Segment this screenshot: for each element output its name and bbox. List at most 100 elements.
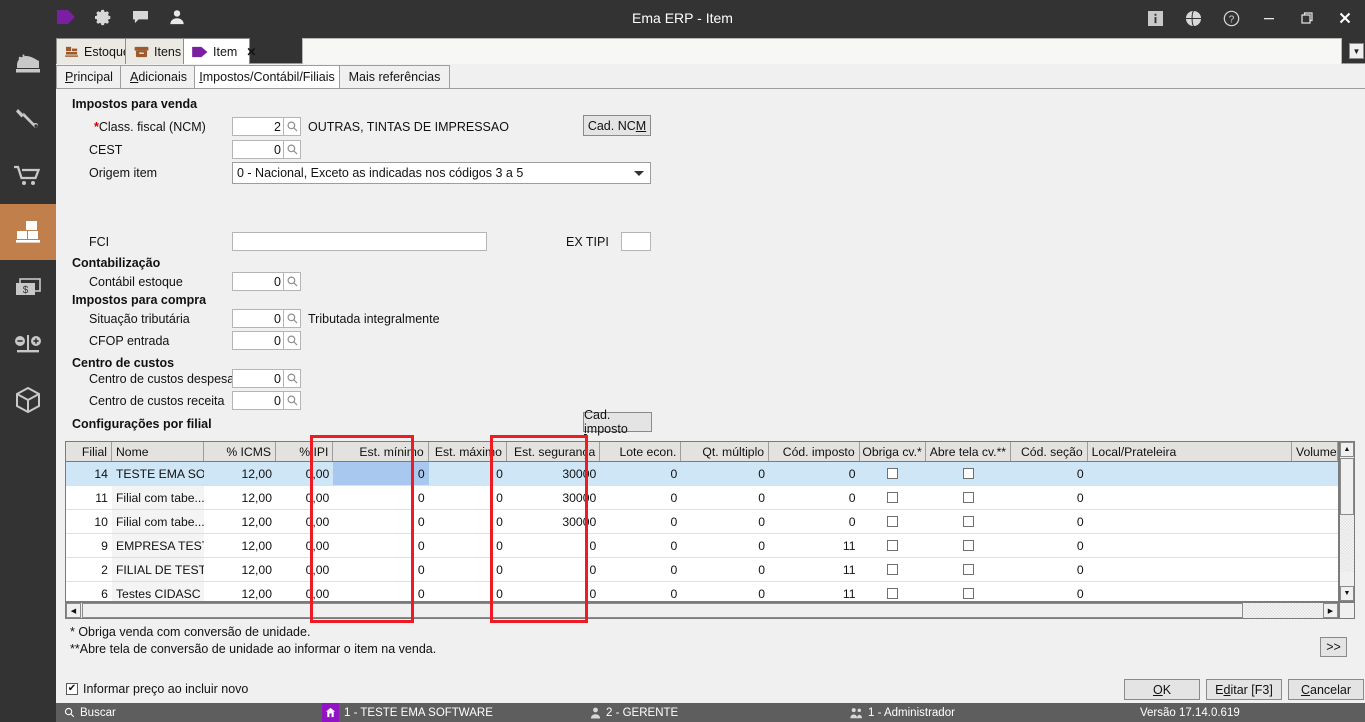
checkbox-abre_tela_cv[interactable]: [962, 564, 974, 575]
grid-cell-filial[interactable]: 10: [66, 510, 112, 533]
grid-cell-est_maximo[interactable]: 0: [429, 534, 507, 557]
grid-cell-nome[interactable]: Filial com tabe...: [111, 510, 205, 533]
grid-column-header-est_maximo[interactable]: Est. máximo: [428, 442, 507, 461]
ok-button[interactable]: OK: [1124, 679, 1200, 700]
grid-cell-cod_imposto[interactable]: 11: [769, 534, 860, 557]
cad-ncm-button[interactable]: Cad. NCM: [583, 115, 651, 136]
ncm-search-icon[interactable]: [284, 117, 301, 136]
grid-column-header-lote_econ[interactable]: Lote econ.: [600, 442, 682, 461]
grid-cell-ipi[interactable]: 0,00: [276, 534, 333, 557]
grid-cell-qt_multiplo[interactable]: 0: [681, 462, 769, 485]
checkbox-obriga_cv[interactable]: [887, 492, 899, 503]
help-icon[interactable]: ?: [1219, 6, 1243, 30]
checkbox-obriga_cv[interactable]: [887, 564, 899, 575]
grid-cell-ipi[interactable]: 0,00: [276, 462, 333, 485]
grid-cell-nome[interactable]: Filial com tabe...: [111, 486, 205, 509]
grid-cell-cod_secao[interactable]: 0: [1011, 558, 1087, 581]
grid-cell-est_maximo[interactable]: 0: [429, 558, 507, 581]
grid-cell-est_seguranca[interactable]: 0: [507, 534, 600, 557]
status-role[interactable]: 2 - GERENTE: [590, 703, 678, 722]
expand-button[interactable]: >>: [1320, 637, 1347, 657]
grid-column-header-cod_imposto[interactable]: Cód. imposto: [769, 442, 860, 461]
contabil-estoque-input[interactable]: 0: [232, 272, 284, 291]
grid-cell-est_maximo[interactable]: 0: [429, 510, 507, 533]
grid-cell-abre_tela_cv[interactable]: [925, 462, 1011, 485]
grid-cell-est_maximo[interactable]: 0: [429, 486, 507, 509]
grid-cell-icms[interactable]: 12,00: [204, 582, 276, 601]
sidebar-item-produtos[interactable]: [0, 372, 56, 428]
grid-cell-nome[interactable]: Testes CIDASC: [111, 582, 205, 601]
sidebar-item-financeiro[interactable]: $: [0, 260, 56, 316]
grid-cell-est_minimo[interactable]: 0: [333, 486, 428, 509]
grid-cell-volume[interactable]: [1292, 510, 1338, 533]
grid-cell-icms[interactable]: 12,00: [204, 510, 276, 533]
edit-button[interactable]: Editar [F3]: [1206, 679, 1282, 700]
centro-custos-despesa-search-icon[interactable]: [284, 369, 301, 388]
cest-search-icon[interactable]: [284, 140, 301, 159]
centro-custos-despesa-input[interactable]: 0: [232, 369, 284, 388]
grid-cell-local_prateleira[interactable]: [1088, 486, 1292, 509]
grid-cell-volume[interactable]: [1292, 486, 1338, 509]
centro-custos-receita-search-icon[interactable]: [284, 391, 301, 410]
grid-cell-cod_secao[interactable]: 0: [1011, 534, 1087, 557]
grid-column-header-obriga_cv[interactable]: Obriga cv.*: [859, 442, 926, 461]
grid-cell-ipi[interactable]: 0,00: [276, 582, 333, 601]
grid-column-header-icms[interactable]: % ICMS: [204, 442, 277, 461]
grid-column-header-cod_secao[interactable]: Cód. seção: [1011, 442, 1088, 461]
horizontal-scroll-track[interactable]: [1244, 603, 1323, 618]
sidebar-item-fiscal[interactable]: [0, 316, 56, 372]
grid-cell-obriga_cv[interactable]: [860, 510, 926, 533]
grid-cell-icms[interactable]: 12,00: [204, 462, 276, 485]
close-icon[interactable]: [1333, 6, 1357, 30]
grid-column-header-filial[interactable]: Filial: [66, 442, 112, 461]
tab-impostos-contabil-filiais[interactable]: Impostos/Contábil/Filiais: [194, 65, 340, 88]
grid-column-header-est_minimo[interactable]: Est. mínimo: [333, 442, 429, 461]
grid-vertical-scrollbar[interactable]: ▲ ▼: [1339, 441, 1355, 602]
grid-cell-cod_imposto[interactable]: 0: [769, 462, 860, 485]
grid-cell-obriga_cv[interactable]: [860, 534, 926, 557]
grid-cell-cod_imposto[interactable]: 11: [769, 582, 860, 601]
grid-cell-nome[interactable]: EMPRESA TESTE...: [111, 534, 205, 557]
grid-cell-local_prateleira[interactable]: [1088, 582, 1292, 601]
tab-estoque[interactable]: Estoque: [56, 38, 130, 64]
scroll-up-arrow-icon[interactable]: ▲: [1340, 442, 1354, 457]
grid-cell-lote_econ[interactable]: 0: [600, 486, 681, 509]
grid-cell-est_minimo[interactable]: 0: [333, 534, 428, 557]
grid-column-header-ipi[interactable]: % IPI: [276, 442, 334, 461]
sidebar-item-producao[interactable]: [0, 36, 56, 92]
grid-cell-abre_tela_cv[interactable]: [925, 558, 1011, 581]
grid-cell-est_seguranca[interactable]: 0: [507, 558, 600, 581]
tab-item-close-icon[interactable]: ✕: [246, 45, 256, 59]
grid-cell-cod_secao[interactable]: 0: [1011, 510, 1087, 533]
info-icon[interactable]: [1143, 6, 1167, 30]
grid-cell-est_maximo[interactable]: 0: [429, 582, 507, 601]
grid-cell-local_prateleira[interactable]: [1088, 558, 1292, 581]
grid-cell-local_prateleira[interactable]: [1088, 462, 1292, 485]
grid-cell-obriga_cv[interactable]: [860, 558, 926, 581]
tab-adicionais[interactable]: Adicionais: [120, 65, 197, 88]
grid-cell-lote_econ[interactable]: 0: [600, 510, 681, 533]
grid-cell-est_seguranca[interactable]: 30000: [507, 486, 600, 509]
grid-cell-est_minimo[interactable]: 0: [333, 558, 428, 581]
grid-cell-abre_tela_cv[interactable]: [925, 510, 1011, 533]
grid-cell-filial[interactable]: 2: [66, 558, 112, 581]
grid-cell-volume[interactable]: [1292, 558, 1338, 581]
grid-cell-qt_multiplo[interactable]: 0: [681, 510, 769, 533]
grid-cell-filial[interactable]: 9: [66, 534, 112, 557]
grid-column-header-abre_tela_cv[interactable]: Abre tela cv.**: [925, 442, 1012, 461]
checkbox-obriga_cv[interactable]: [887, 468, 899, 479]
table-row[interactable]: 9EMPRESA TESTE...12,000,0000000110: [66, 534, 1338, 558]
grid-cell-nome[interactable]: TESTE EMA SOF...: [112, 462, 204, 485]
grid-cell-cod_secao[interactable]: 0: [1011, 462, 1087, 485]
grid-cell-icms[interactable]: 12,00: [204, 534, 276, 557]
grid-cell-cod_secao[interactable]: 0: [1011, 582, 1087, 601]
table-row[interactable]: 11 Filial com tabe... 12,00 0,00 0 0 30000 0 0 0 0: [66, 486, 1338, 510]
grid-cell-volume[interactable]: [1292, 462, 1338, 485]
cancel-button[interactable]: Cancelar: [1288, 679, 1364, 700]
grid-column-header-local_prateleira[interactable]: Local/Prateleira: [1087, 442, 1292, 461]
sidebar-item-vendas[interactable]: [0, 148, 56, 204]
grid-cell-icms[interactable]: 12,00: [204, 558, 276, 581]
grid-horizontal-scrollbar[interactable]: ◀ ▶: [65, 602, 1339, 619]
grid-cell-lote_econ[interactable]: 0: [600, 534, 681, 557]
grid-cell-icms[interactable]: 12,00: [204, 486, 276, 509]
